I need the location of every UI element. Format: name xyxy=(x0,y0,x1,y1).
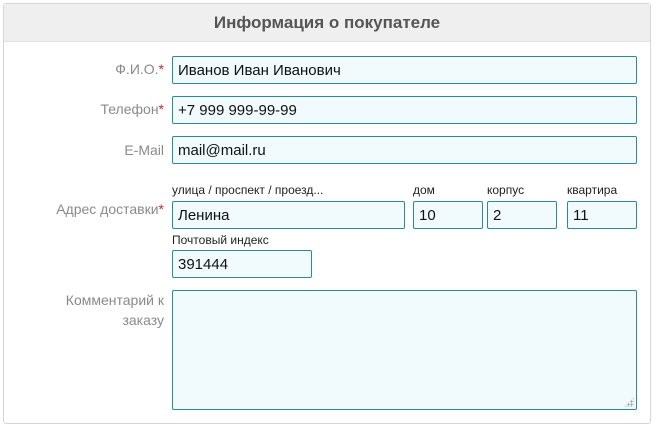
phone-label-text: Телефон xyxy=(100,101,159,117)
street-label: улица / проспект / проезд... xyxy=(172,183,324,197)
comment-textarea[interactable] xyxy=(172,290,637,410)
house-label: дом xyxy=(413,183,435,197)
address-required-mark: * xyxy=(158,201,164,217)
email-label: E-Mail xyxy=(124,142,164,158)
comment-label-line2: заказу xyxy=(122,312,164,328)
building-label: корпус xyxy=(487,183,525,197)
comment-label: Комментарий к заказу xyxy=(66,290,164,330)
phone-label: Телефон* xyxy=(100,101,164,117)
phone-required-mark: * xyxy=(158,101,164,117)
fio-label: Ф.И.О.* xyxy=(115,61,164,77)
postcode-label: Почтовый индекс xyxy=(172,233,269,247)
comment-wrapper xyxy=(172,290,637,410)
fio-input[interactable] xyxy=(172,56,637,84)
fio-required-mark: * xyxy=(158,61,164,77)
panel-title: Информация о покупателе xyxy=(4,4,650,42)
apartment-label: квартира xyxy=(567,183,618,197)
postcode-input[interactable] xyxy=(172,250,312,278)
house-input[interactable] xyxy=(413,201,483,229)
apartment-input[interactable] xyxy=(567,201,637,229)
comment-label-line1: Комментарий к xyxy=(65,292,164,308)
email-input[interactable] xyxy=(172,136,637,164)
building-input[interactable] xyxy=(487,201,557,229)
address-label-text: Адрес доставки xyxy=(56,201,159,217)
phone-input[interactable] xyxy=(172,96,637,124)
street-input[interactable] xyxy=(172,201,405,229)
email-label-text: E-Mail xyxy=(124,142,164,158)
address-label: Адрес доставки* xyxy=(56,201,164,217)
fio-label-text: Ф.И.О. xyxy=(115,61,159,77)
